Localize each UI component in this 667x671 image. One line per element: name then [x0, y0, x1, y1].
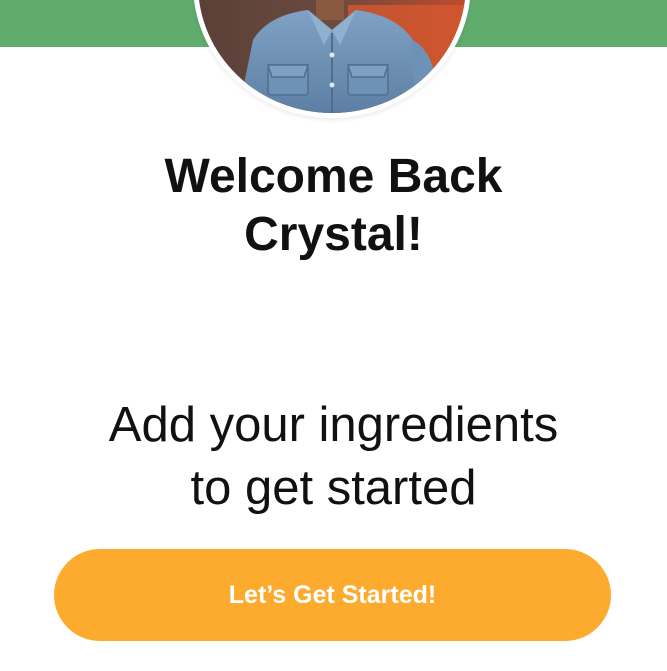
welcome-line-1: Welcome Back [164, 150, 503, 203]
welcome-heading: Welcome Back Crystal! [60, 148, 607, 264]
get-started-button[interactable]: Let’s Get Started! [54, 549, 611, 641]
user-photo-icon [198, 0, 466, 113]
avatar-photo [198, 0, 466, 113]
ingredients-prompt: Add your ingredients to get started [40, 394, 627, 520]
avatar[interactable] [193, 0, 471, 118]
prompt-line-1: Add your ingredients [108, 398, 559, 452]
welcome-line-2: Crystal! [244, 208, 423, 261]
welcome-screen: Welcome Back Crystal! Add your ingredien… [0, 0, 667, 671]
prompt-line-2: to get started [190, 461, 477, 515]
